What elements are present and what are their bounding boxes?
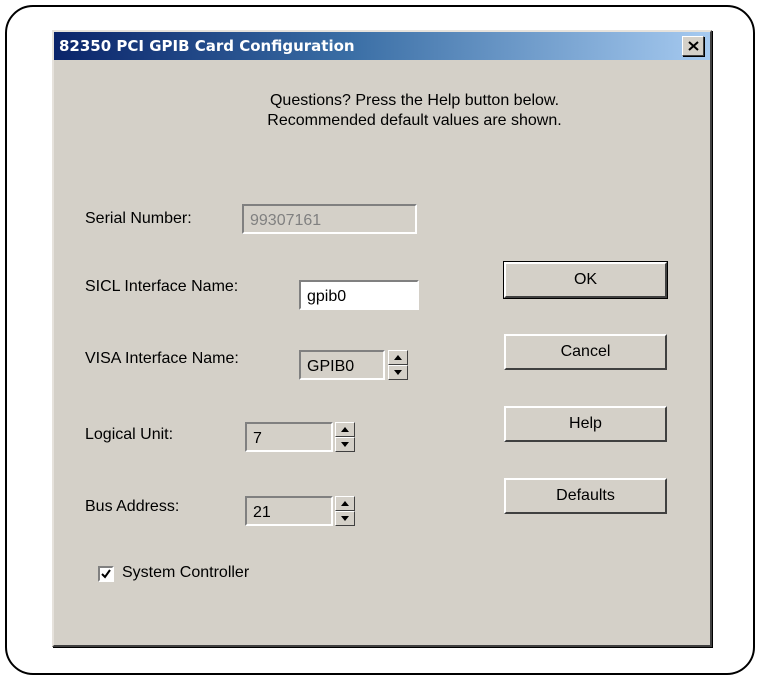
sicl-name-input[interactable]: gpib0 — [299, 280, 419, 310]
arrow-down-icon — [394, 370, 402, 375]
arrow-up-icon — [341, 427, 349, 432]
close-button[interactable] — [682, 36, 704, 56]
cancel-button[interactable]: Cancel — [504, 334, 667, 370]
dialog-title: 82350 PCI GPIB Card Configuration — [59, 37, 355, 55]
ok-button[interactable]: OK — [503, 261, 668, 299]
arrow-up-icon — [341, 501, 349, 506]
bus-address-spin-up-button[interactable] — [335, 496, 355, 511]
serial-number-label: Serial Number: — [85, 210, 192, 227]
logical-unit-spin-up-button[interactable] — [335, 422, 355, 437]
close-icon — [688, 41, 699, 51]
gpib-config-dialog: 82350 PCI GPIB Card Configuration Questi… — [52, 30, 712, 647]
info-line-1: Questions? Press the Help button below. — [269, 92, 560, 109]
system-controller-checkbox[interactable] — [98, 566, 114, 582]
sicl-name-label: SICL Interface Name: — [85, 278, 239, 295]
bus-address-spin-down-button[interactable] — [335, 511, 355, 526]
logical-unit-label: Logical Unit: — [85, 426, 174, 443]
title-bar: 82350 PCI GPIB Card Configuration — [54, 32, 710, 60]
defaults-button[interactable]: Defaults — [504, 478, 667, 514]
visa-name-label: VISA Interface Name: — [85, 350, 239, 367]
bus-address-field[interactable]: 21 — [245, 496, 333, 526]
bus-address-label: Bus Address: — [85, 498, 180, 515]
help-button[interactable]: Help — [504, 406, 667, 442]
arrow-up-icon — [394, 355, 402, 360]
logical-unit-spin-down-button[interactable] — [335, 437, 355, 452]
system-controller-label[interactable]: System Controller — [122, 564, 249, 582]
logical-unit-spinner — [335, 422, 355, 452]
visa-spin-up-button[interactable] — [388, 350, 408, 365]
logical-unit-field[interactable]: 7 — [245, 422, 333, 452]
visa-name-field[interactable]: GPIB0 — [299, 350, 385, 380]
serial-number-field: 99307161 — [242, 204, 417, 234]
bus-address-spinner — [335, 496, 355, 526]
visa-spin-down-button[interactable] — [388, 365, 408, 380]
arrow-down-icon — [341, 442, 349, 447]
info-line-2: Recommended default values are shown. — [267, 112, 562, 129]
arrow-down-icon — [341, 516, 349, 521]
checkmark-icon — [101, 569, 111, 579]
visa-name-spinner — [388, 350, 408, 380]
